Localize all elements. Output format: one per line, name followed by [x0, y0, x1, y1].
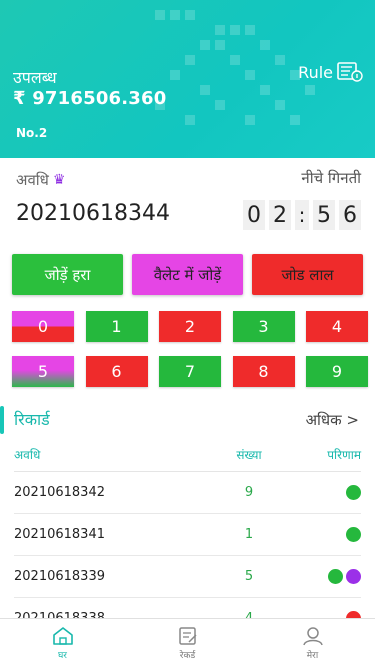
- nav-home[interactable]: घर: [0, 619, 125, 667]
- number-button-0[interactable]: 0: [12, 311, 74, 342]
- row-result: [304, 569, 361, 584]
- countdown-timer: 0 2 : 5 6: [243, 200, 361, 230]
- current-period: 20210618344: [16, 201, 170, 226]
- rule-label: Rule: [298, 62, 333, 82]
- table-row: 20210618342 9: [14, 472, 361, 514]
- row-period: 20210618339: [14, 569, 105, 584]
- violet-dot-icon: [346, 569, 361, 584]
- timer-digit: 2: [269, 200, 291, 230]
- green-dot-icon: [328, 569, 343, 584]
- period-label: अवधि: [16, 171, 49, 189]
- number-button-8[interactable]: 8: [232, 356, 295, 387]
- table-row: 20210618339 5: [14, 556, 361, 598]
- join-buttons: जोड़ें हरा वैलेट में जोड़ें जोड लाल: [12, 254, 363, 295]
- crown-icon: ♛: [52, 172, 66, 188]
- row-period: 20210618342: [14, 485, 105, 500]
- timer-digit: 5: [313, 200, 335, 230]
- record-table-header: अवधि संख्या परिणाम: [14, 446, 361, 472]
- header-number: संख्या: [236, 448, 262, 462]
- join-red-button[interactable]: जोड लाल: [252, 254, 363, 295]
- balance-value: ₹ 9716506.360: [13, 88, 167, 109]
- nav-mine[interactable]: मेरा: [250, 619, 375, 667]
- row-number: 5: [244, 569, 254, 584]
- green-dot-icon: [346, 527, 361, 542]
- number-button-5[interactable]: 5: [12, 356, 74, 387]
- number-grid: 0 1 2 3 4 5 6 7 8 9: [12, 311, 368, 387]
- timer-digit: 6: [339, 200, 361, 230]
- records-icon: [178, 626, 197, 645]
- nav-records-label: रेकर्ड: [179, 650, 196, 661]
- record-more-link[interactable]: अधिक >: [306, 410, 359, 430]
- number-button-6[interactable]: 6: [85, 356, 148, 387]
- header-period: अवधि: [14, 448, 41, 462]
- balance-label: उपलब्ध: [13, 68, 57, 87]
- rule-button[interactable]: Rule: [298, 62, 363, 82]
- row-result: [304, 485, 361, 500]
- row-number: 9: [244, 485, 254, 500]
- rule-doc-icon: [337, 62, 363, 82]
- nav-home-label: घर: [57, 650, 67, 661]
- period-label-group: अवधि ♛: [16, 170, 65, 190]
- row-result: [304, 527, 361, 542]
- number-button-1[interactable]: 1: [85, 311, 148, 342]
- countdown-label: नीचे गिनती: [301, 169, 361, 187]
- header-banner: उपलब्ध ₹ 9716506.360 No.2 Rule: [0, 0, 375, 158]
- timer-colon: :: [295, 200, 309, 230]
- record-title: रिकार्ड: [14, 410, 50, 429]
- timer-digit: 0: [243, 200, 265, 230]
- number-button-7[interactable]: 7: [159, 356, 221, 387]
- record-accent-bar: [0, 406, 4, 434]
- row-number: 1: [244, 527, 254, 542]
- user-icon: [302, 626, 323, 645]
- green-dot-icon: [346, 485, 361, 500]
- row-period: 20210618341: [14, 527, 105, 542]
- nav-mine-label: मेरा: [306, 650, 319, 661]
- number-button-2[interactable]: 2: [159, 311, 221, 342]
- header-result: परिणाम: [327, 448, 361, 462]
- home-icon: [52, 626, 73, 645]
- bottom-nav: घर रेकर्ड मेरा: [0, 618, 375, 667]
- record-table: 20210618342 9 20210618341 1 20210618339 …: [14, 472, 361, 640]
- join-green-button[interactable]: जोड़ें हरा: [12, 254, 123, 295]
- number-button-9[interactable]: 9: [306, 356, 368, 387]
- number-button-3[interactable]: 3: [232, 311, 295, 342]
- table-row: 20210618341 1: [14, 514, 361, 556]
- no-label: No.2: [16, 126, 48, 140]
- number-button-4[interactable]: 4: [306, 311, 368, 342]
- join-violet-button[interactable]: वैलेट में जोड़ें: [132, 254, 243, 295]
- nav-records[interactable]: रेकर्ड: [125, 619, 250, 667]
